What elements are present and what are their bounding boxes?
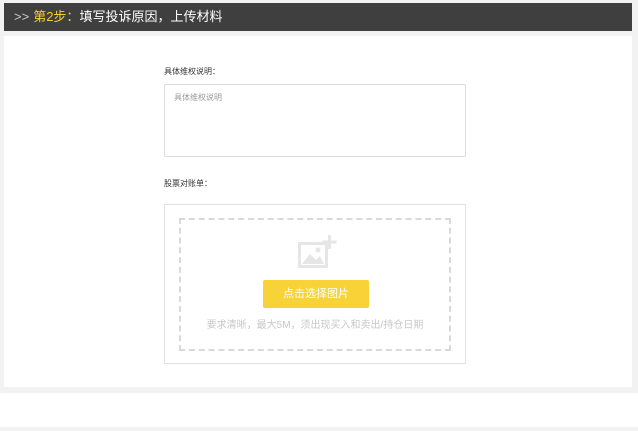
step-number: 第2步 — [33, 9, 67, 24]
upload-hint: 要求清晰，最大5M，须出现买入和卖出/持仓日期 — [206, 320, 424, 331]
upload-area: 点击选择图片 要求清晰，最大5M，须出现买入和卖出/持仓日期 — [164, 204, 466, 364]
upload-dropzone[interactable]: 点击选择图片 要求清晰，最大5M，须出现买入和卖出/持仓日期 — [179, 218, 451, 351]
complaint-form-panel: 具体维权说明： 具体维权说明 股票对账单： 点击选择图片 要求清晰，最大5M，须… — [4, 36, 632, 387]
select-image-button[interactable]: 点击选择图片 — [263, 280, 369, 308]
step-arrows: >> — [14, 9, 30, 24]
step-separator: ： — [66, 9, 80, 24]
description-label: 具体维权说明： — [164, 67, 220, 76]
description-textarea[interactable]: 具体维权说明 — [164, 84, 466, 157]
proof-label: 股票对账单： — [164, 179, 212, 188]
step-header: >> 第2步：填写投诉原因，上传材料 — [4, 3, 632, 31]
next-section-card — [0, 393, 638, 427]
step-title: 填写投诉原因，上传材料 — [79, 9, 223, 24]
description-placeholder: 具体维权说明 — [174, 93, 222, 102]
image-add-icon — [298, 235, 337, 268]
